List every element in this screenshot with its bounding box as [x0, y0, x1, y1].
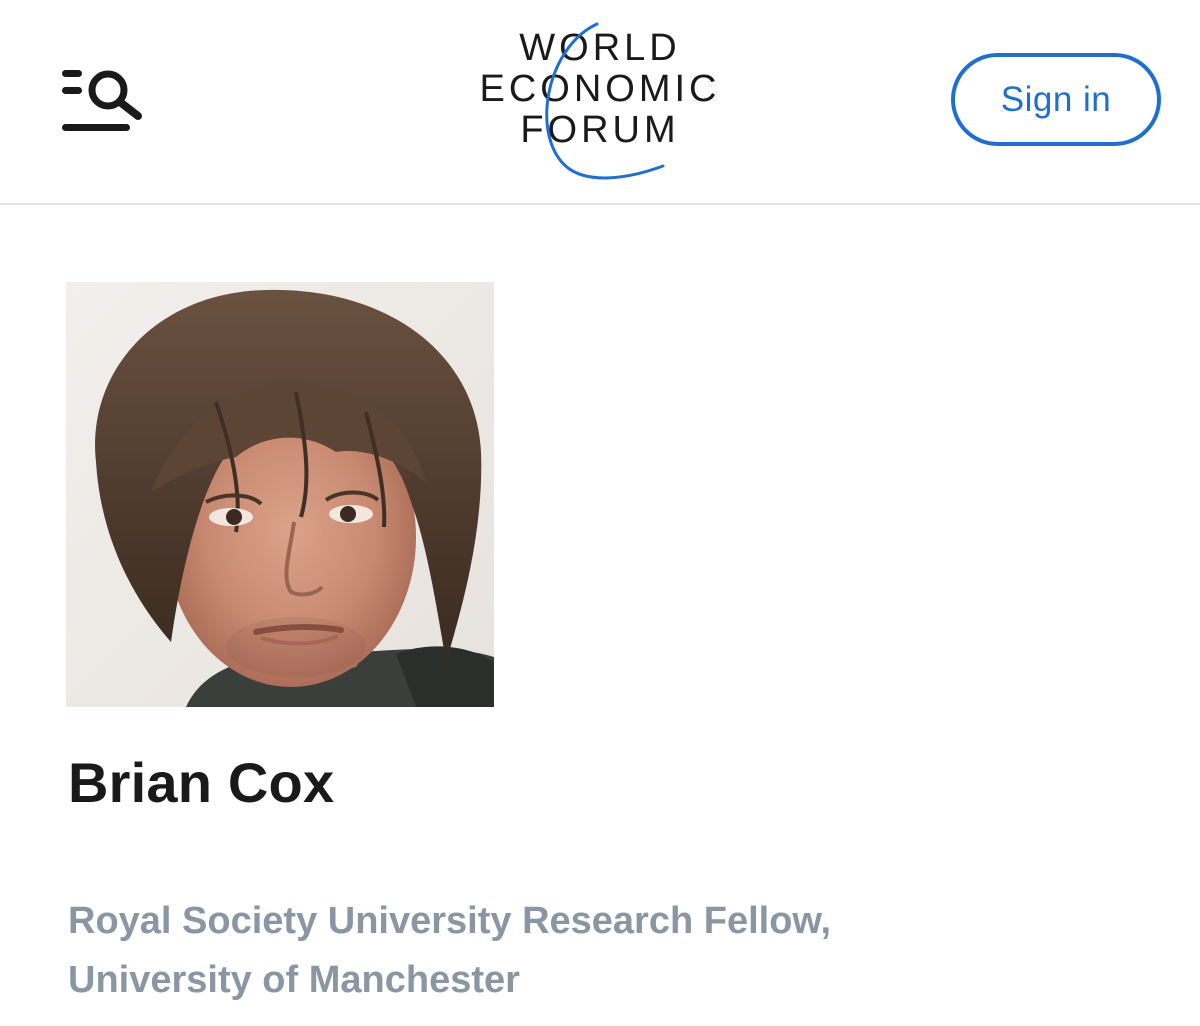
affiliation-line-2: University of Manchester	[68, 959, 520, 1001]
page: WORLD ECONOMIC FORUM Sign in Brian Cox R…	[0, 0, 1200, 1026]
profile-affiliation: Royal Society University Research Fellow…	[68, 892, 1068, 1010]
logo-line-3: FORUM	[520, 109, 679, 151]
menu-search-icon[interactable]	[60, 62, 152, 138]
logo-line-1: WORLD	[519, 27, 680, 69]
profile-name: Brian Cox	[68, 751, 335, 814]
sign-in-button[interactable]: Sign in	[951, 53, 1161, 146]
affiliation-line-1: Royal Society University Research Fellow…	[68, 900, 832, 942]
site-header: WORLD ECONOMIC FORUM Sign in	[0, 0, 1200, 205]
wef-logo[interactable]: WORLD ECONOMIC FORUM	[460, 18, 740, 188]
profile-photo	[66, 282, 494, 707]
logo-line-2: ECONOMIC	[480, 68, 721, 110]
